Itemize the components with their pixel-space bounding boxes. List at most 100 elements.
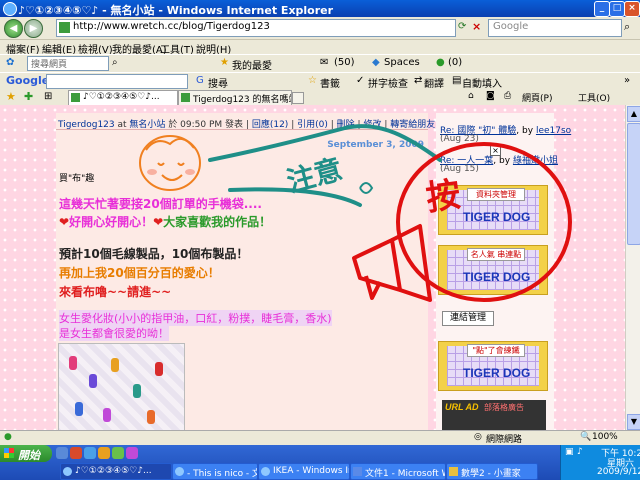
banner-2-label: 名人氣 串連點: [467, 248, 525, 261]
page-menu[interactable]: 網頁(P): [522, 91, 552, 104]
feeds-icon[interactable]: ◙: [486, 91, 495, 101]
start-button[interactable]: 開始: [0, 445, 52, 462]
zoom-icon: 🔍: [580, 432, 592, 442]
word-icon: [353, 467, 362, 476]
print-icon[interactable]: ⎙: [504, 91, 511, 101]
ad-text: 部落格廣告: [484, 403, 524, 412]
search-input[interactable]: Google: [488, 19, 622, 37]
scroll-up-icon[interactable]: ▲: [627, 106, 640, 122]
search-placeholder: Google: [493, 21, 529, 32]
celebrity-link-banner[interactable]: 名人氣 串連點 TIGER DOG: [438, 245, 548, 295]
ie-icon: [175, 467, 184, 476]
sidebar: Re: 國際 "初" 體驗, by lee17so (Aug 23) Re: 一…: [436, 113, 571, 430]
msn-search-icon[interactable]: ⌕: [112, 57, 118, 68]
comment-1-user[interactable]: lee17so: [536, 126, 571, 136]
post-heading: 買"布"趣: [59, 174, 95, 184]
page-favicon-icon: [59, 22, 70, 33]
forward-arrow-icon[interactable]: ▶: [24, 19, 43, 38]
status-bar: ● ◎ 網際網路 🔍 100%: [0, 430, 640, 446]
google-search-input[interactable]: [46, 74, 188, 89]
bookmarks-button[interactable]: 書籤: [320, 75, 340, 90]
comment-2-user[interactable]: 綠袖嫩小姐: [513, 156, 558, 166]
tab-favicon-icon: [71, 93, 80, 102]
comment-1-date: (Aug 23): [440, 134, 479, 144]
link-manage-button[interactable]: 連結管理: [442, 311, 494, 326]
spellcheck-button[interactable]: 拼字檢查: [368, 75, 408, 90]
post-line-5: 來看布嚕~~請進~~: [59, 285, 172, 299]
google-search-button[interactable]: 搜尋: [208, 75, 228, 90]
window-title-bar[interactable]: ♪♡①②③④⑤♡♪ - 無名小站 - Windows Internet Expl…: [0, 0, 640, 17]
spaces-button[interactable]: Spaces: [384, 57, 420, 68]
post-line-6: 女生愛化妝(小小的指甲油，口紅，粉撲，睫毛膏，香水): [59, 310, 332, 326]
google-logo: Google: [6, 74, 50, 87]
quicklaunch-app-icon[interactable]: [70, 447, 82, 459]
favorites-star-icon: ★: [220, 57, 229, 68]
url-ad-banner[interactable]: URL AD 部落格廣告: [442, 400, 546, 430]
popup-close-icon[interactable]: ×: [490, 145, 501, 156]
messenger-count[interactable]: (0): [448, 57, 462, 68]
practice-banner[interactable]: "點"了會練鐵 TIGER DOG: [438, 341, 548, 391]
quicklaunch-app-icon[interactable]: [126, 447, 138, 459]
tray-volume-icon[interactable]: ♪: [577, 447, 583, 457]
msn-favorites-button[interactable]: 我的最愛: [232, 57, 272, 72]
autofill-icon: ▤: [452, 75, 462, 86]
spaces-icon: ◆: [372, 57, 380, 68]
scroll-thumb[interactable]: [627, 123, 640, 245]
ie-icon: [261, 467, 270, 476]
taskbar-item-word[interactable]: 文件1 - Microsoft W...: [350, 463, 446, 480]
close-button[interactable]: ×: [624, 1, 640, 17]
window-title: ♪♡①②③④⑤♡♪ - 無名小站 - Windows Internet Expl…: [18, 4, 334, 17]
back-arrow-icon[interactable]: ◀: [4, 19, 23, 38]
banner-3-text: TIGER DOG: [463, 366, 531, 380]
taskbar-item-paint[interactable]: 數學2 - 小畫家: [446, 463, 538, 480]
show-desktop-icon[interactable]: [56, 447, 68, 459]
menu-bar: 檔案(F) 編輯(E) 檢視(V) 我的最愛(A) 工具(T) 說明(H): [0, 40, 640, 56]
favorites-center-icon[interactable]: ★: [6, 90, 16, 103]
paint-icon: [449, 467, 458, 476]
scroll-down-icon[interactable]: ▼: [627, 414, 640, 430]
address-row: ◀ ▶ http://www.wretch.cc/blog/Tigerdog12…: [0, 17, 640, 40]
home-icon[interactable]: ⌂: [468, 91, 474, 101]
post-line-3: 預計10個毛線製品，10個布製品！: [59, 247, 249, 261]
toolbar-options-icon[interactable]: »: [624, 75, 630, 86]
system-tray: ▣ ♪ 下午 10:24 星期六 2009/9/12: [560, 445, 640, 480]
taskbar-item-ikea[interactable]: IKEA - Windows Int...: [258, 463, 350, 480]
minimize-button[interactable]: _: [594, 1, 610, 17]
clock-date: 2009/9/12: [597, 467, 640, 477]
internet-zone-icon: ◎: [474, 432, 482, 442]
post-line-2: ❤好開心好開心！❤大家喜歡我的作品！: [59, 215, 272, 229]
windows-taskbar: 開始 ♪♡①②③④⑤♡♪... - This is nico - 文章... I…: [0, 445, 640, 480]
new-tab-button[interactable]: [292, 92, 304, 104]
tab-tigerdog[interactable]: Tigerdog123 的無名嗎站 -...: [178, 90, 292, 105]
google-g-icon: G: [196, 75, 204, 86]
taskbar-item-blog[interactable]: ♪♡①②③④⑤♡♪...: [60, 463, 172, 480]
banner-2-text: TIGER DOG: [463, 270, 531, 284]
quicklaunch-ie-icon[interactable]: [84, 447, 96, 459]
comment-2-date: (Aug 15): [440, 164, 479, 174]
add-favorite-icon[interactable]: ✚: [24, 90, 33, 103]
messenger-icon: ●: [436, 57, 445, 68]
taskbar-item-nico[interactable]: - This is nico - 文章...: [172, 463, 258, 480]
bookmark-star-icon: ☆: [308, 75, 317, 86]
stop-icon[interactable]: ×: [472, 20, 481, 33]
search-go-icon[interactable]: ⌕: [624, 20, 630, 34]
ad-brand: URL AD: [445, 402, 479, 412]
page-content: Tigerdog123 at 無名小站 於 09:50 PM 發表 | 回應(1…: [0, 105, 625, 430]
quick-tabs-icon[interactable]: ⊞: [44, 91, 52, 102]
address-bar[interactable]: http://www.wretch.cc/blog/Tigerdog123: [56, 19, 456, 37]
mail-count[interactable]: (50): [334, 57, 355, 68]
maximize-button[interactable]: □: [609, 1, 625, 17]
msn-search-input[interactable]: 搜尋網頁: [27, 56, 109, 71]
quicklaunch-app-icon[interactable]: [98, 447, 110, 459]
vertical-scrollbar[interactable]: ▲ ▼: [625, 105, 640, 430]
refresh-icon[interactable]: ⟳: [458, 21, 466, 32]
autofill-button[interactable]: 自動填入: [462, 75, 502, 90]
zoom-level[interactable]: 100%: [592, 432, 618, 442]
folder-manage-banner[interactable]: 資料夾管理 TIGER DOG: [438, 185, 548, 235]
translate-button[interactable]: 翻譯: [424, 75, 444, 90]
quicklaunch-app-icon[interactable]: [112, 447, 124, 459]
msn-butterfly-icon: ✿: [6, 57, 15, 68]
tab-blog[interactable]: ♪♡①②③④⑤♡♪...: [68, 90, 178, 105]
tools-menu[interactable]: 工具(O): [578, 91, 610, 104]
tray-network-icon[interactable]: ▣: [565, 447, 574, 457]
